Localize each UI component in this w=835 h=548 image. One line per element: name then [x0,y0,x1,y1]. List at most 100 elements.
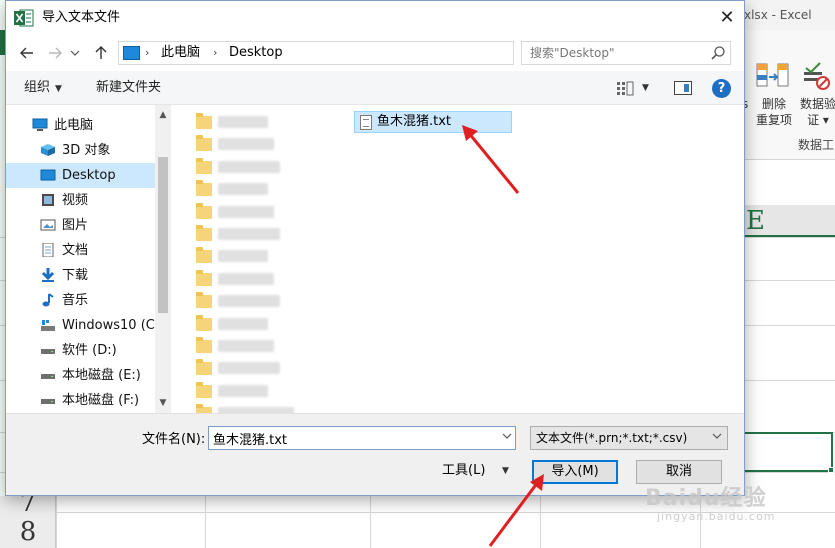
folder-icon [196,157,212,174]
folder-name-blurred [218,317,268,330]
nav-item-this-pc[interactable]: 此电脑 [6,113,156,138]
chevron-down-icon [502,433,512,439]
view-options-icon[interactable] [616,80,634,96]
watermark-sub: jingyan.baidu.com [657,510,776,523]
ribbon-group-label: 数据工 [798,138,835,152]
column-header-e-label: E [746,206,765,236]
new-folder-button[interactable]: 新建文件夹 [96,71,161,105]
recent-locations-button[interactable] [68,41,82,65]
computer-icon [32,118,48,131]
video-icon [42,194,54,206]
tools-dropdown-icon[interactable]: ▼ [502,460,509,482]
scrollbar-thumb[interactable] [158,157,168,313]
address-bar-row: › 此电脑 › Desktop [6,37,744,69]
folder-item[interactable] [196,180,316,200]
row-number-8[interactable]: 8 [0,516,56,548]
folder-item[interactable] [196,113,316,133]
organize-menu[interactable]: 组织 ▼ [24,71,62,106]
breadcrumb-this-pc[interactable]: 此电脑 [161,42,200,64]
watermark-main: Baidu经验 [645,486,767,511]
close-button[interactable]: ✕ [712,4,742,32]
data-validation-label-2: 证 ▾ [807,113,829,127]
nav-item-label: Windows10 (C: [62,318,160,333]
windows-drive-icon [41,320,55,331]
data-validation-label-1: 数据验 [799,97,835,111]
file-item-selected[interactable]: 鱼木混猪.txt [354,111,512,133]
file-list-pane: 鱼木混猪.txt [172,105,744,421]
desktop-icon [40,169,56,181]
nav-item-drive-e[interactable]: 本地磁盘 (E:) [6,363,156,388]
folder-item[interactable] [196,135,316,155]
up-button[interactable] [90,41,112,65]
folder-item[interactable] [196,225,316,245]
breadcrumb-desktop[interactable]: Desktop [229,42,283,64]
column-header-e[interactable]: E [740,205,835,237]
text-file-icon [360,115,372,130]
folder-name-blurred [218,250,268,263]
data-validation-button[interactable]: 数据验 证 ▾ [798,96,835,128]
nav-item-label: Desktop [62,168,116,183]
organize-label: 组织 [24,80,51,95]
search-icon[interactable] [710,45,726,61]
folder-item[interactable] [196,247,316,267]
folder-icon [196,225,212,241]
folder-icon [196,135,212,152]
excel-title: xlsx - Excel [740,0,835,30]
nav-item-drive-d[interactable]: 软件 (D:) [6,338,156,363]
folder-item[interactable] [196,359,316,379]
folder-item[interactable] [196,314,316,335]
nav-item-pictures[interactable]: 图片 [6,213,156,238]
tools-button[interactable]: 工具(L) [442,460,485,482]
folder-item[interactable] [196,381,316,402]
search-input[interactable] [522,42,702,64]
folder-icon [196,314,212,331]
folder-name-blurred [218,384,268,397]
nav-item-label: 图片 [62,218,89,233]
view-dropdown-icon[interactable]: ▼ [642,71,649,105]
remove-duplicates-button[interactable]: 删除 重复项 [756,96,792,128]
import-button[interactable]: 导入(M) [532,460,618,484]
file-type-dropdown [709,427,725,449]
up-arrow-icon [95,46,107,59]
nav-item-downloads[interactable]: 下载 [6,263,156,288]
folder-item[interactable] [196,269,316,290]
nav-item-drive-f[interactable]: 本地磁盘 (F:) [6,388,156,413]
scroll-up-icon[interactable]: ▲ [155,107,171,123]
file-type-value: 文本文件(*.prn;*.txt;*.csv) [536,431,688,445]
folder-item[interactable] [196,337,316,357]
folder-name-blurred [218,138,274,151]
help-icon[interactable]: ? [712,79,731,98]
nav-item-videos[interactable]: 视频 [6,188,156,213]
remove-duplicates-label-2: 重复项 [756,113,793,127]
forward-button[interactable] [44,41,66,65]
folder-name-blurred [218,272,274,285]
nav-item-label: 音乐 [62,293,89,308]
nav-item-label: 3D 对象 [62,143,111,158]
folder-item[interactable] [196,202,316,223]
dialog-footer: 文件名(N): 文本文件(*.prn;*.txt;*.csv) 工具(L) ▼ … [6,413,744,495]
download-icon [41,268,55,282]
nav-item-3d-objects[interactable]: 3D 对象 [6,138,156,163]
3d-objects-icon [41,144,55,156]
fill-handle[interactable] [828,467,834,473]
folder-icon [196,180,212,197]
preview-pane-icon[interactable] [674,81,692,95]
selected-cell[interactable] [740,432,833,472]
nav-item-label: 软件 (D:) [62,343,117,358]
nav-item-drive-c[interactable]: Windows10 (C: [6,313,160,338]
nav-item-label: 本地磁盘 (F:) [62,393,140,408]
filename-label: 文件名(N): [142,432,206,447]
back-button[interactable] [16,41,38,65]
nav-scrollbar[interactable]: ▲ ▼ [155,105,171,413]
nav-item-desktop[interactable]: Desktop [6,163,156,188]
nav-item-documents[interactable]: 文档 [6,238,156,263]
filename-input[interactable] [209,427,495,449]
dialog-titlebar: 导入文本文件 ✕ [6,1,744,35]
address-field[interactable]: › 此电脑 › Desktop [118,41,617,65]
file-type-select[interactable]: 文本文件(*.prn;*.txt;*.csv) [530,426,728,450]
scroll-down-icon[interactable]: ▼ [155,395,171,411]
folder-item[interactable] [196,157,316,178]
filename-dropdown[interactable] [499,427,515,449]
nav-item-music[interactable]: 音乐 [6,288,156,313]
folder-item[interactable] [196,292,316,312]
